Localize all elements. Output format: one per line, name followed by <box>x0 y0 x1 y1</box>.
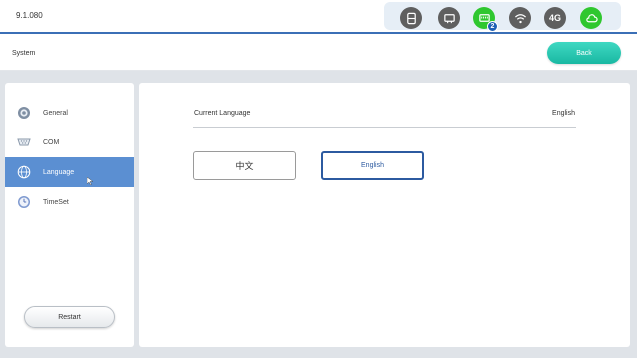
ethernet-icon[interactable] <box>438 7 460 29</box>
sidebar-item-label: COM <box>43 138 60 146</box>
language-panel: Current Language English 中文 English <box>139 83 630 347</box>
sidebar-item-language[interactable]: Language <box>5 157 134 187</box>
current-language-value: English <box>552 110 575 117</box>
page-title: System <box>12 50 36 57</box>
sidebar-item-label: TimeSet <box>43 198 69 206</box>
mouse-cursor-icon <box>87 177 93 185</box>
restart-button[interactable]: Restart <box>24 306 115 328</box>
back-button[interactable]: Back <box>547 42 621 64</box>
sidebar-item-label: General <box>43 109 68 117</box>
sidebar-item-label: Language <box>43 168 75 176</box>
current-language-label: Current Language <box>194 110 251 117</box>
globe-icon <box>17 165 31 179</box>
lan-count-badge: 2 <box>487 21 498 32</box>
gear-icon <box>17 106 31 120</box>
page-header: System <box>0 34 637 71</box>
4g-icon[interactable]: 4G <box>544 7 566 29</box>
sidebar-item-general[interactable]: General <box>5 98 134 128</box>
lan-port-icon[interactable]: 2 <box>473 7 498 32</box>
clock-icon <box>17 195 31 209</box>
language-option-chinese[interactable]: 中文 <box>193 151 296 180</box>
serial-port-icon <box>17 135 31 149</box>
language-option-english[interactable]: English <box>321 151 424 180</box>
sidebar-item-com[interactable]: COM <box>5 127 134 157</box>
4g-label: 4G <box>548 13 561 23</box>
sidebar-item-timeset[interactable]: TimeSet <box>5 187 134 217</box>
cloud-icon[interactable] <box>580 7 602 29</box>
version-label: 9.1.080 <box>16 11 43 20</box>
status-icons-bar: 2 4G <box>384 2 621 32</box>
sim-card-icon[interactable] <box>400 7 422 29</box>
wifi-icon[interactable] <box>509 7 531 29</box>
divider <box>193 127 576 128</box>
